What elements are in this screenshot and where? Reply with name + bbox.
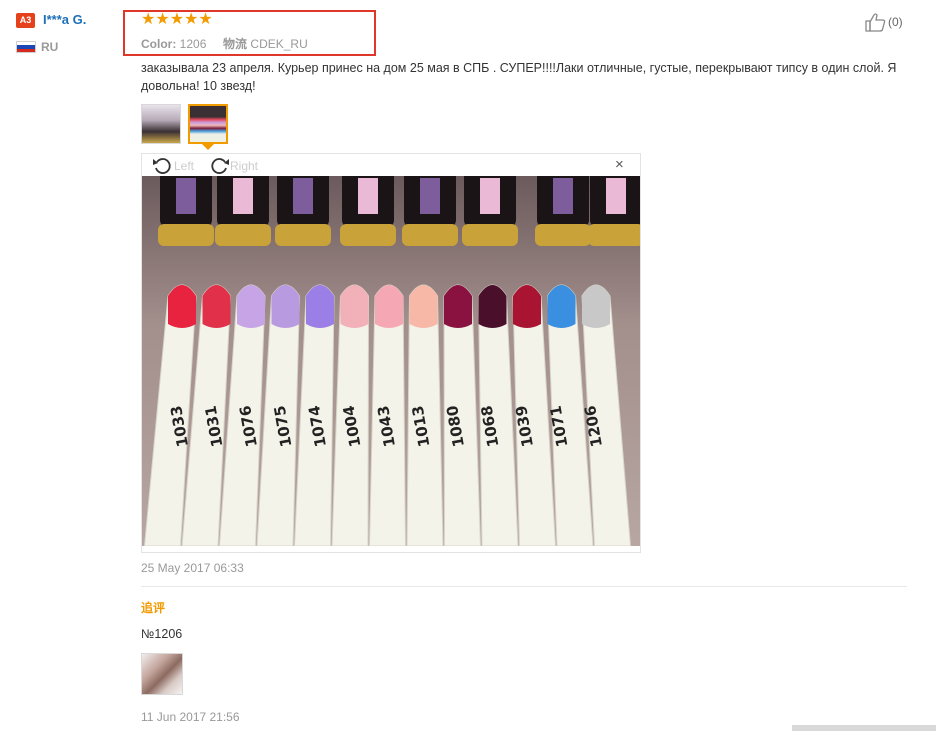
bottle: [462, 176, 518, 246]
nail-swatch: 1043: [368, 284, 407, 546]
color-label: Color:: [141, 37, 177, 51]
reviewer-name[interactable]: I***a G.: [43, 12, 86, 27]
review-photo: 1033 1031 1076 1075 1074 1004 1043 1013 1080 1068…: [142, 176, 640, 546]
bottle: [402, 176, 458, 246]
rotate-right-icon: [211, 158, 229, 174]
bottle: [340, 176, 396, 246]
bottle: [535, 176, 591, 246]
horizontal-scrollbar[interactable]: [792, 725, 936, 731]
bottle: [215, 176, 271, 246]
selected-thumbnail-pointer: [202, 144, 214, 150]
bottle: [588, 176, 640, 246]
helpful-count: (0): [888, 15, 903, 29]
rotate-left-icon: [153, 158, 171, 174]
rotate-right-label: Right: [230, 159, 259, 173]
thumbs-up-icon: [865, 13, 886, 32]
logistics-label: 物流: [223, 37, 248, 51]
bottle: [275, 176, 331, 246]
nail-swatch: 1013: [406, 284, 444, 546]
logistics-value: CDEK_RU: [250, 37, 308, 51]
follow-up-photo-thumbnail[interactable]: [141, 653, 183, 695]
user-level-badge: A3: [16, 13, 35, 28]
follow-up-label: 追评: [141, 601, 166, 615]
close-viewer-button[interactable]: ×: [615, 157, 624, 173]
review-photo-thumbnail-2[interactable]: [188, 104, 228, 144]
color-value: 1206: [179, 37, 207, 51]
review-date: 25 May 2017 06:33: [141, 561, 244, 575]
review-photo-thumbnail-1[interactable]: [141, 104, 181, 144]
country-flag-icon: [16, 41, 36, 53]
divider: [141, 586, 907, 587]
bottle: [158, 176, 214, 246]
order-attributes: Color: 1206 物流 CDEK_RU: [141, 35, 308, 52]
helpful-button[interactable]: (0): [864, 12, 903, 32]
star-rating: ★★★★★: [141, 11, 213, 28]
follow-up-date: 11 Jun 2017 21:56: [141, 710, 240, 724]
reviewer-country: RU: [41, 40, 59, 54]
rotate-left-button[interactable]: Left: [152, 156, 194, 176]
rotate-left-label: Left: [174, 159, 195, 173]
follow-up-text: №1206: [141, 627, 183, 641]
rotate-right-button[interactable]: Right: [208, 156, 258, 176]
review-text: заказывала 23 апреля. Курьер принес на д…: [141, 61, 897, 93]
